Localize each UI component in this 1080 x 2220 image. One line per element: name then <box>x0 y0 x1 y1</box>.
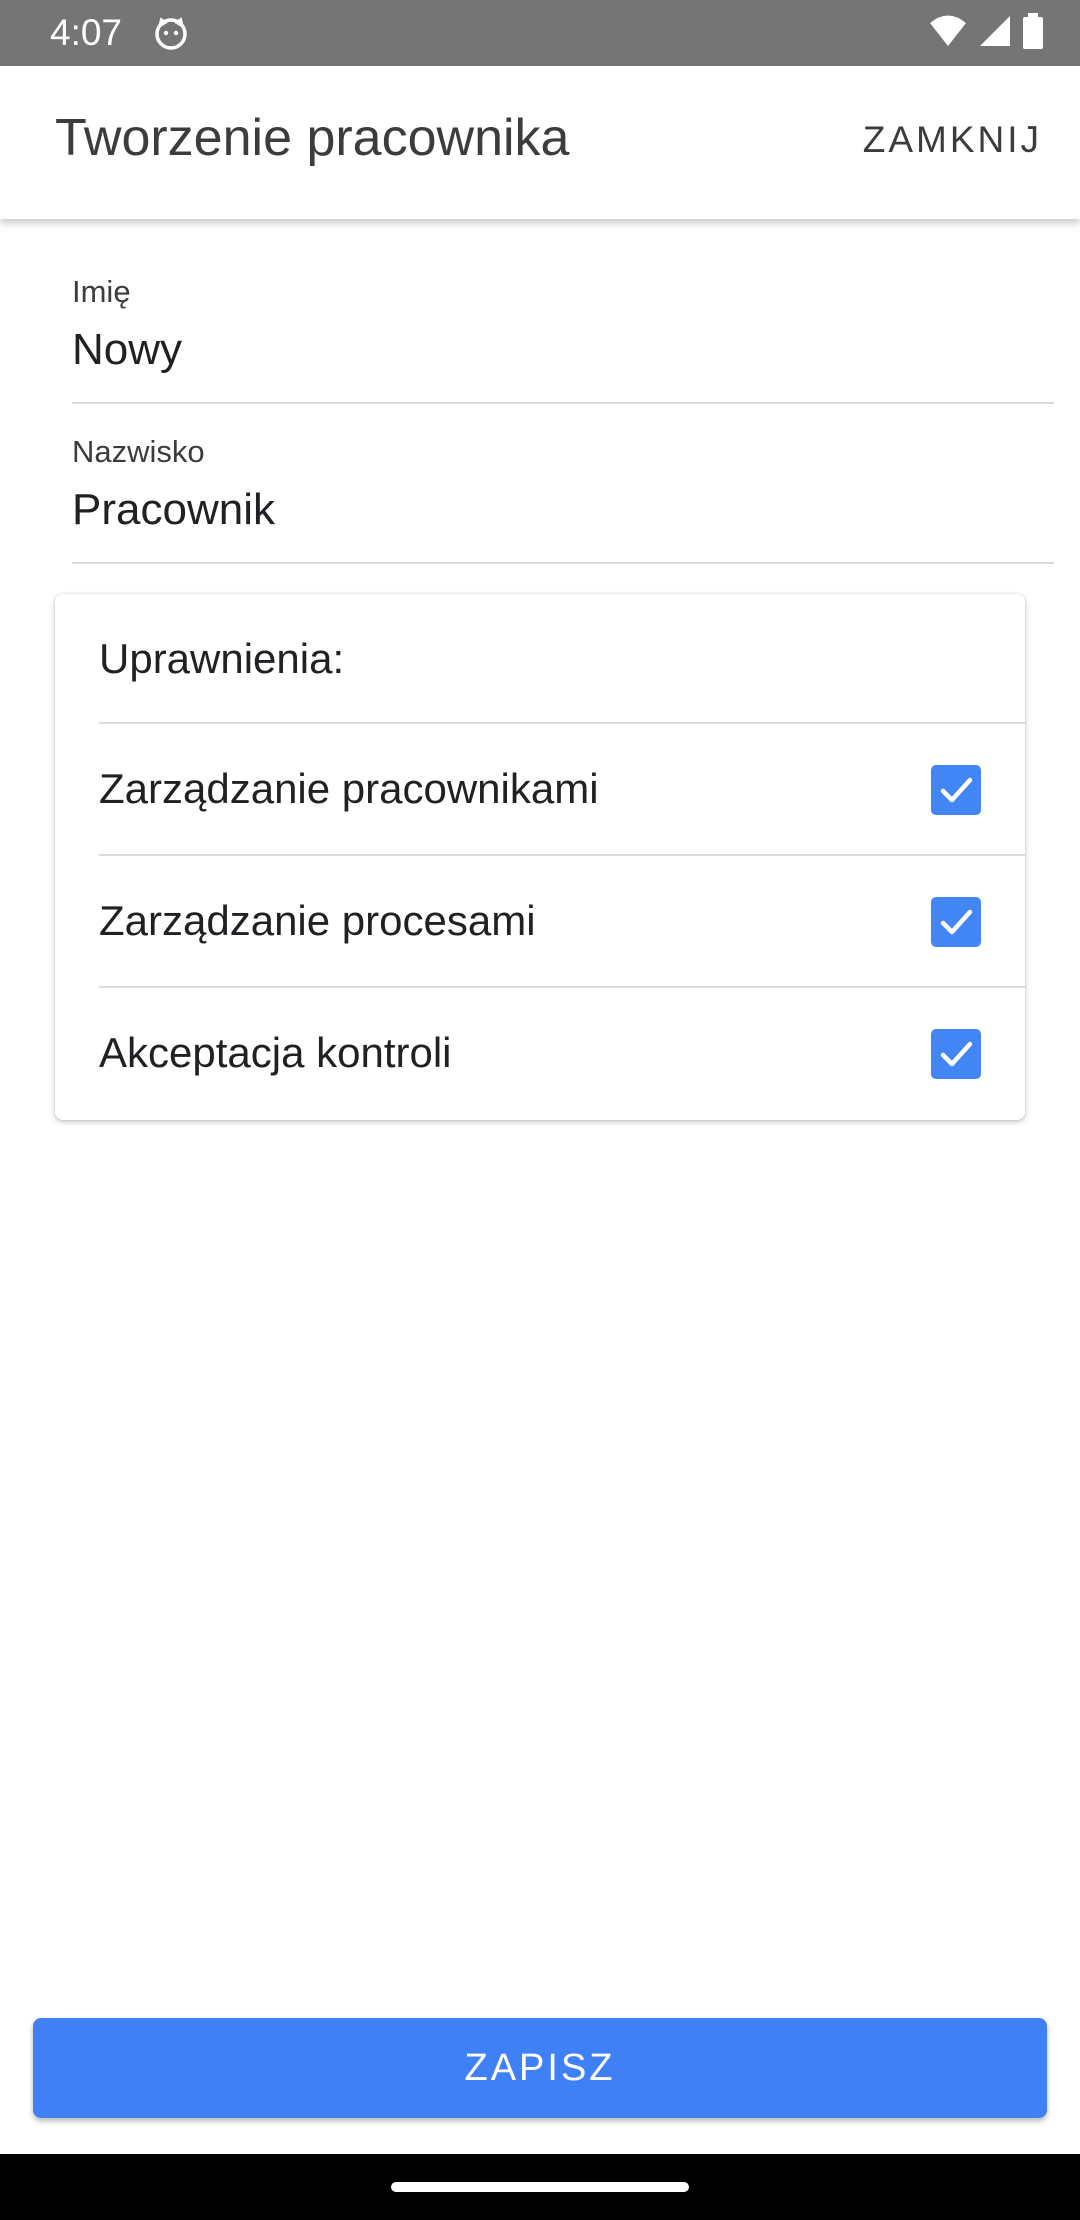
app-bar: Tworzenie pracownika ZAMKNIJ <box>0 66 1080 219</box>
cell-signal-icon <box>978 14 1012 53</box>
last-name-input[interactable]: Pracownik <box>72 484 275 536</box>
checkbox-checked-icon[interactable] <box>931 1029 981 1079</box>
last-name-field[interactable]: Nazwisko Pracownik <box>72 430 1054 564</box>
permission-row-manage-processes[interactable]: Zarządzanie procesami <box>99 854 1025 988</box>
permission-row-accept-controls[interactable]: Akceptacja kontroli <box>99 986 1025 1120</box>
save-button[interactable]: ZAPISZ <box>33 2018 1047 2118</box>
close-button[interactable]: ZAMKNIJ <box>863 118 1042 162</box>
wifi-icon <box>928 14 968 53</box>
status-bar: 4:07 <box>0 0 1080 66</box>
status-time: 4:07 <box>50 12 123 53</box>
permission-label: Zarządzanie pracownikami <box>99 765 599 812</box>
permission-label: Akceptacja kontroli <box>99 1029 452 1076</box>
home-indicator[interactable] <box>391 2182 689 2192</box>
permissions-card: Uprawnienia: Zarządzanie pracownikami Za… <box>55 594 1025 1120</box>
battery-icon <box>1022 12 1044 54</box>
permissions-header: Uprawnienia: <box>99 635 345 682</box>
first-name-input[interactable]: Nowy <box>72 324 182 376</box>
permission-row-manage-employees[interactable]: Zarządzanie pracownikami <box>99 722 1025 856</box>
checkbox-checked-icon[interactable] <box>931 897 981 947</box>
page-title: Tworzenie pracownika <box>55 109 570 167</box>
last-name-label: Nazwisko <box>72 434 205 469</box>
permission-label: Zarządzanie procesami <box>99 897 536 944</box>
cat-notification-icon <box>154 16 188 50</box>
first-name-field[interactable]: Imię Nowy <box>72 270 1054 404</box>
status-icons <box>928 12 1044 54</box>
navigation-bar <box>0 2154 1080 2220</box>
first-name-label: Imię <box>72 274 131 309</box>
checkbox-checked-icon[interactable] <box>931 765 981 815</box>
